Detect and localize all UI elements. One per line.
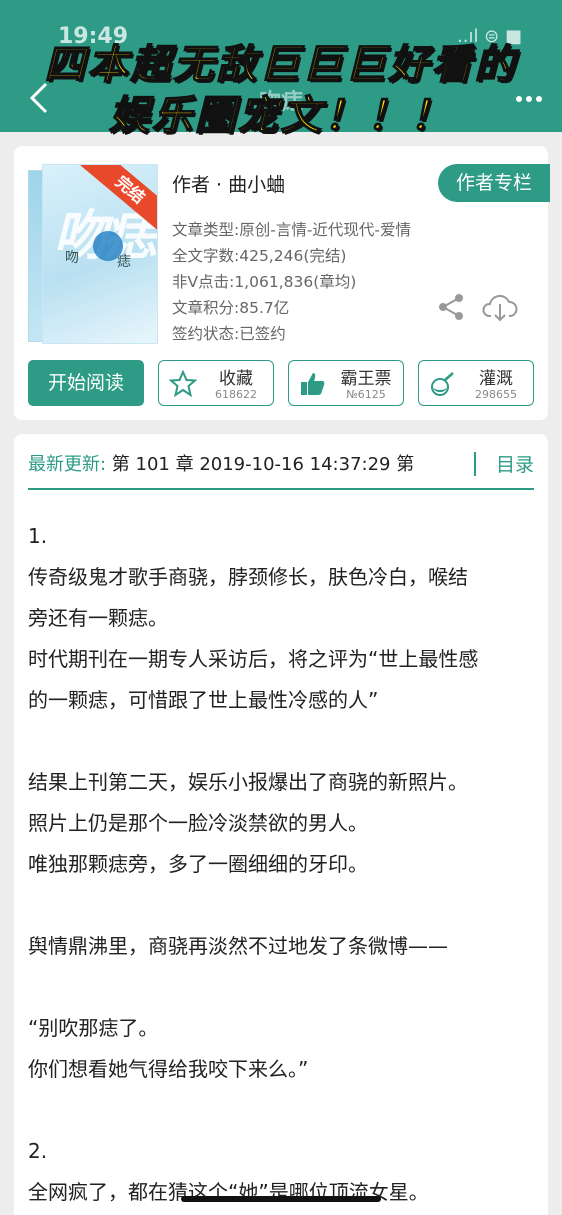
favorite-button[interactable]: 收藏 618622 [158, 360, 274, 406]
watering-flask-icon [431, 372, 454, 396]
chapter-text-line: 1. [28, 524, 48, 548]
meta-clicks: 非Ⅴ点击:1,061,836(章均) [172, 273, 357, 291]
irrigate-count: 298655 [475, 388, 517, 401]
chapter-text-line: 旁还有一颗痣。 [28, 606, 168, 630]
favorite-label: 收藏 [219, 369, 253, 389]
latest-update-label: 最新更新: [28, 454, 107, 475]
chapter-text-line: 舆情鼎沸里，商骁再淡然不过地发了条微博—— [28, 934, 448, 958]
share-icon[interactable] [436, 292, 466, 322]
book-info-card: 吻痣 吻 痣 完结 作者 · 曲小蛐 作者专栏 文章类型:原创-言情-近代现代-… [14, 146, 550, 420]
meta-type: 文章类型:原创-言情-近代现代-爱情 [172, 221, 412, 239]
divider [474, 452, 476, 476]
overlay-caption-line-2: 娱乐圈宠文！！！ [108, 92, 453, 140]
star-icon [169, 370, 197, 398]
home-indicator[interactable] [181, 1196, 381, 1202]
book-cover[interactable]: 吻痣 吻 痣 完结 [28, 164, 158, 344]
overlay-caption-line-1: 四本超无敌巨巨巨好看的 [44, 41, 518, 89]
latest-update-text: 第 101 章 2019-10-16 14:37:29 第 [106, 454, 415, 475]
chapter-text-line: 结果上刊第二天，娱乐小报爆出了商骁的新照片。 [28, 770, 468, 794]
chapter-text-line: “别吹那痣了。 [28, 1016, 159, 1040]
meta-contract: 签约状态:已签约 [172, 325, 286, 343]
start-reading-button[interactable]: 开始阅读 [28, 360, 144, 406]
bawang-ticket-count: №6125 [346, 388, 386, 401]
chapter-text-line: 全网疯了，都在猜这个“她”是哪位顶流女星。 [28, 1180, 429, 1204]
chapter-text-line [28, 885, 534, 926]
cloud-download-icon[interactable] [482, 290, 518, 324]
chapter-preview-card: 最新更新: 第 101 章 2019-10-16 14:37:29 第 目录 1… [14, 434, 548, 1215]
chapter-text-line: 2. [28, 1139, 48, 1163]
table-of-contents-link[interactable]: 目录 [485, 450, 534, 477]
chapter-text-line: 照片上仍是那个一脸冷淡禁欲的男人。 [28, 811, 368, 835]
bawang-ticket-label: 霸王票 [340, 369, 392, 389]
chapter-text-line: 的一颗痣，可惜跟了世上最性冷感的人” [28, 688, 379, 712]
cover-small-left: 吻 [65, 250, 79, 266]
cover-small-right: 痣 [117, 254, 131, 270]
chapter-text-line [28, 967, 534, 1008]
chapter-text-line: 你们想看她气得给我咬下来么。” [28, 1057, 309, 1081]
thumbs-up-icon [301, 373, 325, 395]
meta-score: 文章积分:85.7亿 [172, 299, 290, 317]
chapter-text-line: 时代期刊在一期专人采访后，将之评为“世上最性感 [28, 647, 479, 671]
irrigate-label: 灌溉 [479, 369, 513, 389]
favorite-count: 618622 [215, 388, 257, 401]
latest-update-row[interactable]: 最新更新: 第 101 章 2019-10-16 14:37:29 第 目录 [28, 450, 534, 490]
chapter-text-line [28, 1090, 534, 1131]
book-cover-front: 吻痣 吻 痣 完结 [42, 164, 158, 344]
meta-word-count: 全文字数:425,246(完结) [172, 247, 347, 265]
irrigate-button[interactable]: 灌溉 298655 [418, 360, 534, 406]
author-column-button[interactable]: 作者专栏 [438, 164, 550, 202]
author-name[interactable]: 作者 · 曲小蛐 [172, 170, 285, 197]
bawang-ticket-button[interactable]: 霸王票 №6125 [288, 360, 404, 406]
chapter-text-line: 唯独那颗痣旁，多了一圈细细的牙印。 [28, 852, 368, 876]
chapter-text: 1. 传奇级鬼才歌手商骁，脖颈修长，肤色冷白，喉结 旁还有一颗痣。时代期刊在一期专人… [28, 516, 534, 1213]
top-navigation-bar: 19:49 ..ıl ⊜ ■ 吻痣 四本超无敌巨巨巨好看的 娱乐圈宠文！！！ [0, 0, 562, 140]
chapter-text-line: 传奇级鬼才歌手商骁，脖颈修长，肤色冷白，喉结 [28, 565, 468, 589]
chapter-text-line [28, 721, 534, 762]
